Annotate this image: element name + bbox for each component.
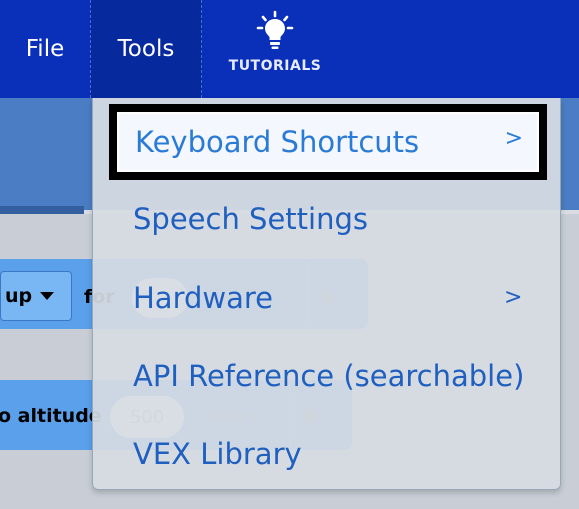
focused-item-highlight: Keyboard Shortcuts [117,112,539,172]
top-navigation-bar: File Tools TUTORIALS [0,0,579,98]
menu-item-speech-settings[interactable]: Speech Settings [133,196,368,242]
menu-item-label: VEX Library [133,437,302,471]
file-menu-label: File [25,36,65,62]
menu-item-api-reference[interactable]: API Reference (searchable) [133,353,524,399]
menu-item-label: Keyboard Shortcuts [135,125,420,159]
menu-item-label: Hardware [133,281,274,315]
tutorials-label: TUTORIALS [228,58,322,74]
menu-item-label: Speech Settings [133,202,368,236]
lightbulb-icon [256,10,294,49]
submenu-arrow-icon: > [504,126,523,151]
caret-down-icon [40,292,55,300]
tutorials-button[interactable]: TUTORIALS [215,10,335,88]
tools-menu-button[interactable]: Tools [90,0,202,98]
tools-menu-label: Tools [117,36,175,62]
direction-dropdown-value: up [5,285,33,307]
file-menu-button[interactable]: File [0,0,90,98]
band-tab-edge [0,206,84,214]
block-text-altitude: o altitude [0,405,102,427]
menu-item-label: API Reference (searchable) [133,359,525,393]
submenu-arrow-icon: > [504,285,523,310]
menu-item-hardware[interactable]: Hardware [133,275,525,321]
menu-item-keyboard-shortcuts[interactable]: Keyboard Shortcuts > [109,104,547,180]
tools-dropdown-menu: Keyboard Shortcuts > Speech Settings Har… [92,98,561,490]
menu-item-vex-library[interactable]: VEX Library [133,431,302,477]
direction-dropdown[interactable]: up [0,271,72,321]
